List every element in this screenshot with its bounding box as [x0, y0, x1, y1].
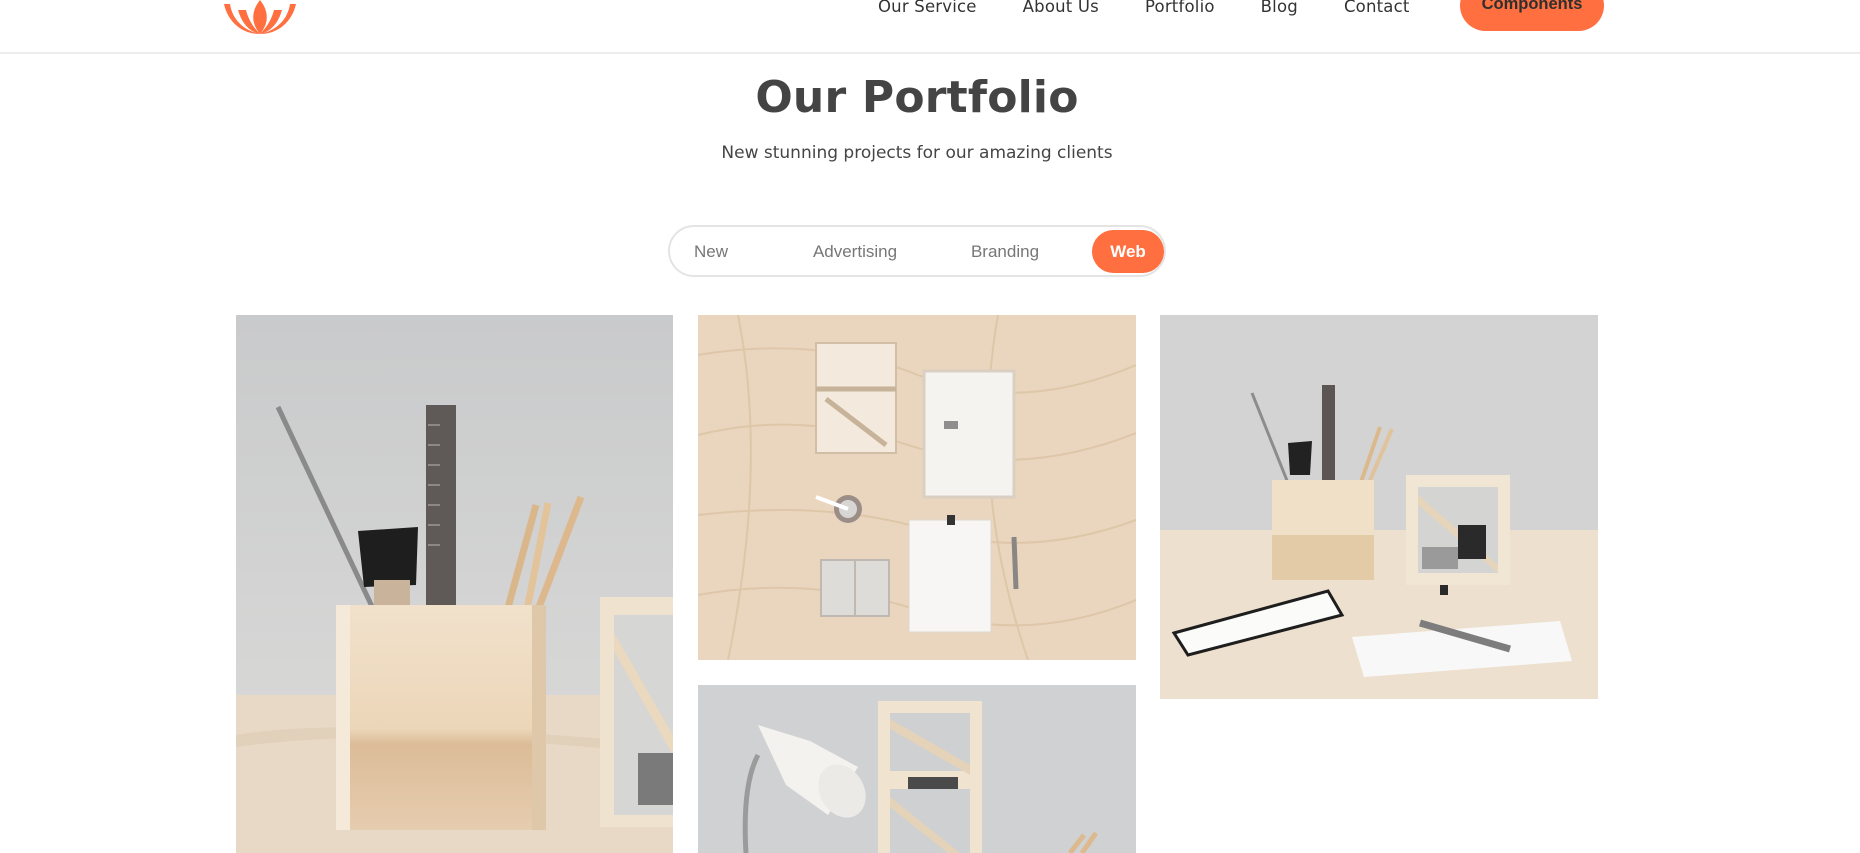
portfolio-filter-bar: New Advertising Branding Web [668, 225, 1166, 277]
filter-tab-branding[interactable]: Branding [950, 230, 1060, 273]
filter-tab-new[interactable]: New [680, 230, 742, 273]
portfolio-item[interactable] [698, 315, 1136, 660]
desk-organizer-closeup-image [236, 315, 673, 853]
nav-link-blog[interactable]: Blog [1261, 0, 1298, 15]
page-title: Our Portfolio [755, 72, 1079, 123]
portfolio-item[interactable] [698, 685, 1136, 853]
components-button[interactable]: Components [1460, 0, 1604, 31]
nav-link-contact[interactable]: Contact [1344, 0, 1410, 15]
desk-lamp-shelf-image [698, 685, 1136, 853]
navbar: Our Service About Us Portfolio Blog Cont… [0, 0, 1860, 54]
lotus-logo-icon[interactable] [222, 0, 298, 36]
desk-flatlay-image [698, 315, 1136, 660]
nav-link-portfolio[interactable]: Portfolio [1145, 0, 1215, 15]
nav-link-our-service[interactable]: Our Service [878, 0, 977, 15]
filter-tab-web[interactable]: Web [1092, 230, 1164, 273]
portfolio-item[interactable] [236, 315, 673, 853]
portfolio-item[interactable] [1160, 315, 1598, 699]
filter-tab-advertising[interactable]: Advertising [790, 230, 920, 273]
main-nav: Our Service About Us Portfolio Blog Cont… [878, 0, 1410, 20]
desk-organizer-wide-image [1160, 315, 1598, 699]
page-subtitle: New stunning projects for our amazing cl… [721, 143, 1113, 163]
nav-link-about-us[interactable]: About Us [1023, 0, 1099, 15]
